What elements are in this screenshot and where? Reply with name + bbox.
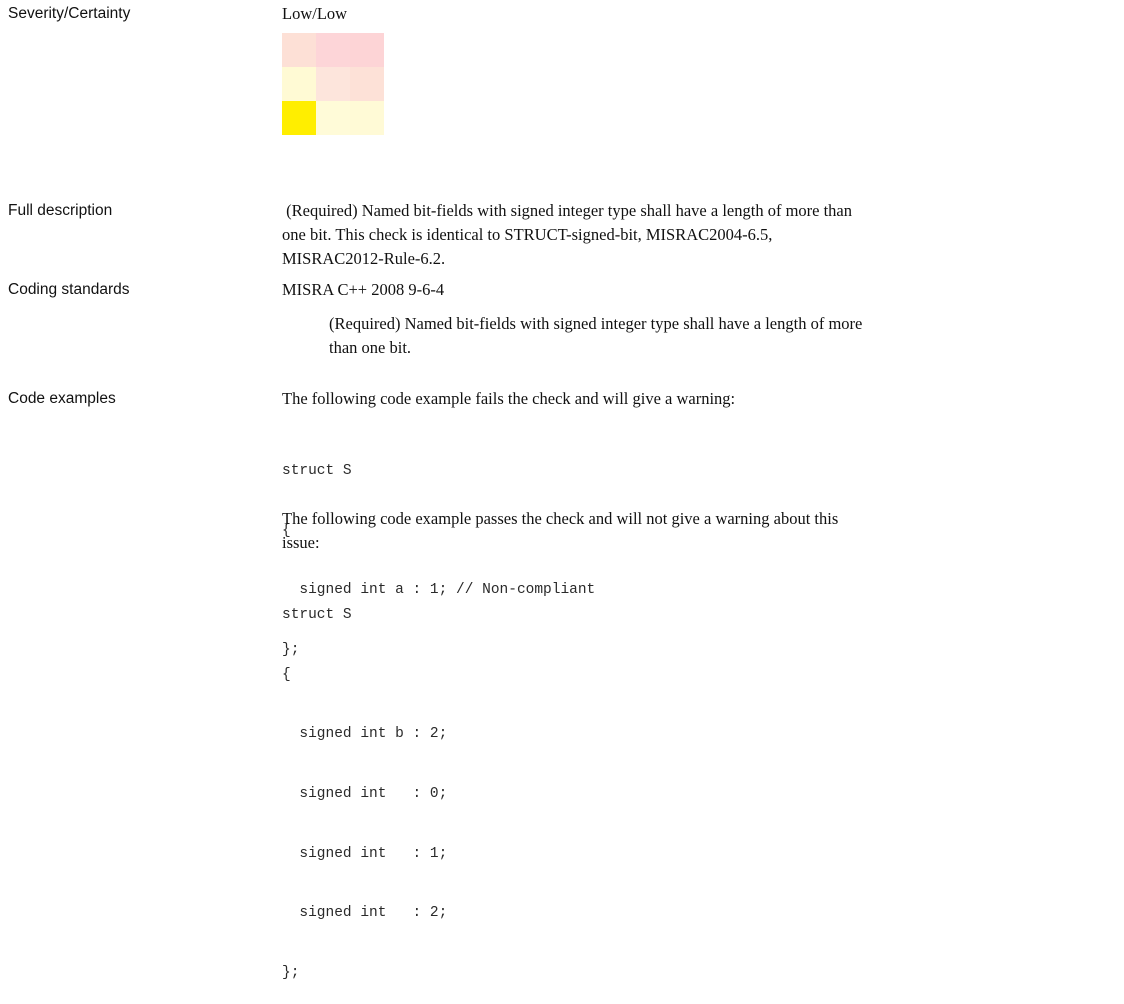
code-line: signed int b : 2; <box>282 726 448 743</box>
severity-certainty-label: Severity/Certainty <box>8 5 131 22</box>
matrix-cell <box>282 67 316 101</box>
code-line: signed int : 0; <box>282 785 448 802</box>
fail-example-intro: The following code example fails the che… <box>282 389 736 408</box>
coding-standard-description-line: than one bit. <box>329 338 412 357</box>
full-description-label: Full description <box>8 202 113 219</box>
matrix-cell <box>350 101 384 135</box>
coding-standard-description-line: (Required) Named bit-fields with signed … <box>329 314 863 333</box>
matrix-cell <box>282 33 316 67</box>
code-line: signed int : 2; <box>282 905 448 922</box>
matrix-cell <box>350 33 384 67</box>
coding-standard-description: (Required) Named bit-fields with signed … <box>329 312 1109 360</box>
matrix-cell <box>316 67 350 101</box>
pass-code-block: struct S { signed int b : 2; signed int … <box>282 566 447 1004</box>
code-line: }; <box>282 965 300 982</box>
pass-example-intro-line: The following code example passes the ch… <box>282 509 839 528</box>
severity-certainty-value: Low/Low <box>282 4 348 23</box>
full-description-line: (Required) Named bit-fields with signed … <box>282 201 852 220</box>
full-description-line: one bit. This check is identical to STRU… <box>282 225 773 244</box>
matrix-cell-highlighted <box>282 101 316 135</box>
full-description-text: (Required) Named bit-fields with signed … <box>282 199 1102 271</box>
coding-standard-name: MISRA C++ 2008 9-6-4 <box>282 280 445 299</box>
code-line: struct S <box>282 462 352 479</box>
severity-certainty-matrix <box>282 33 384 135</box>
coding-standards-label: Coding standards <box>8 281 130 298</box>
code-examples-label: Code examples <box>8 390 116 407</box>
matrix-cell <box>350 67 384 101</box>
code-line: struct S <box>282 606 352 623</box>
pass-example-intro-line: issue: <box>282 533 320 552</box>
matrix-cell <box>316 101 350 135</box>
full-description-line: MISRAC2012-Rule-6.2. <box>282 249 446 268</box>
code-line: signed int : 1; <box>282 845 448 862</box>
pass-example-intro: The following code example passes the ch… <box>282 507 1102 555</box>
matrix-cell <box>316 33 350 67</box>
code-line: { <box>282 666 291 683</box>
